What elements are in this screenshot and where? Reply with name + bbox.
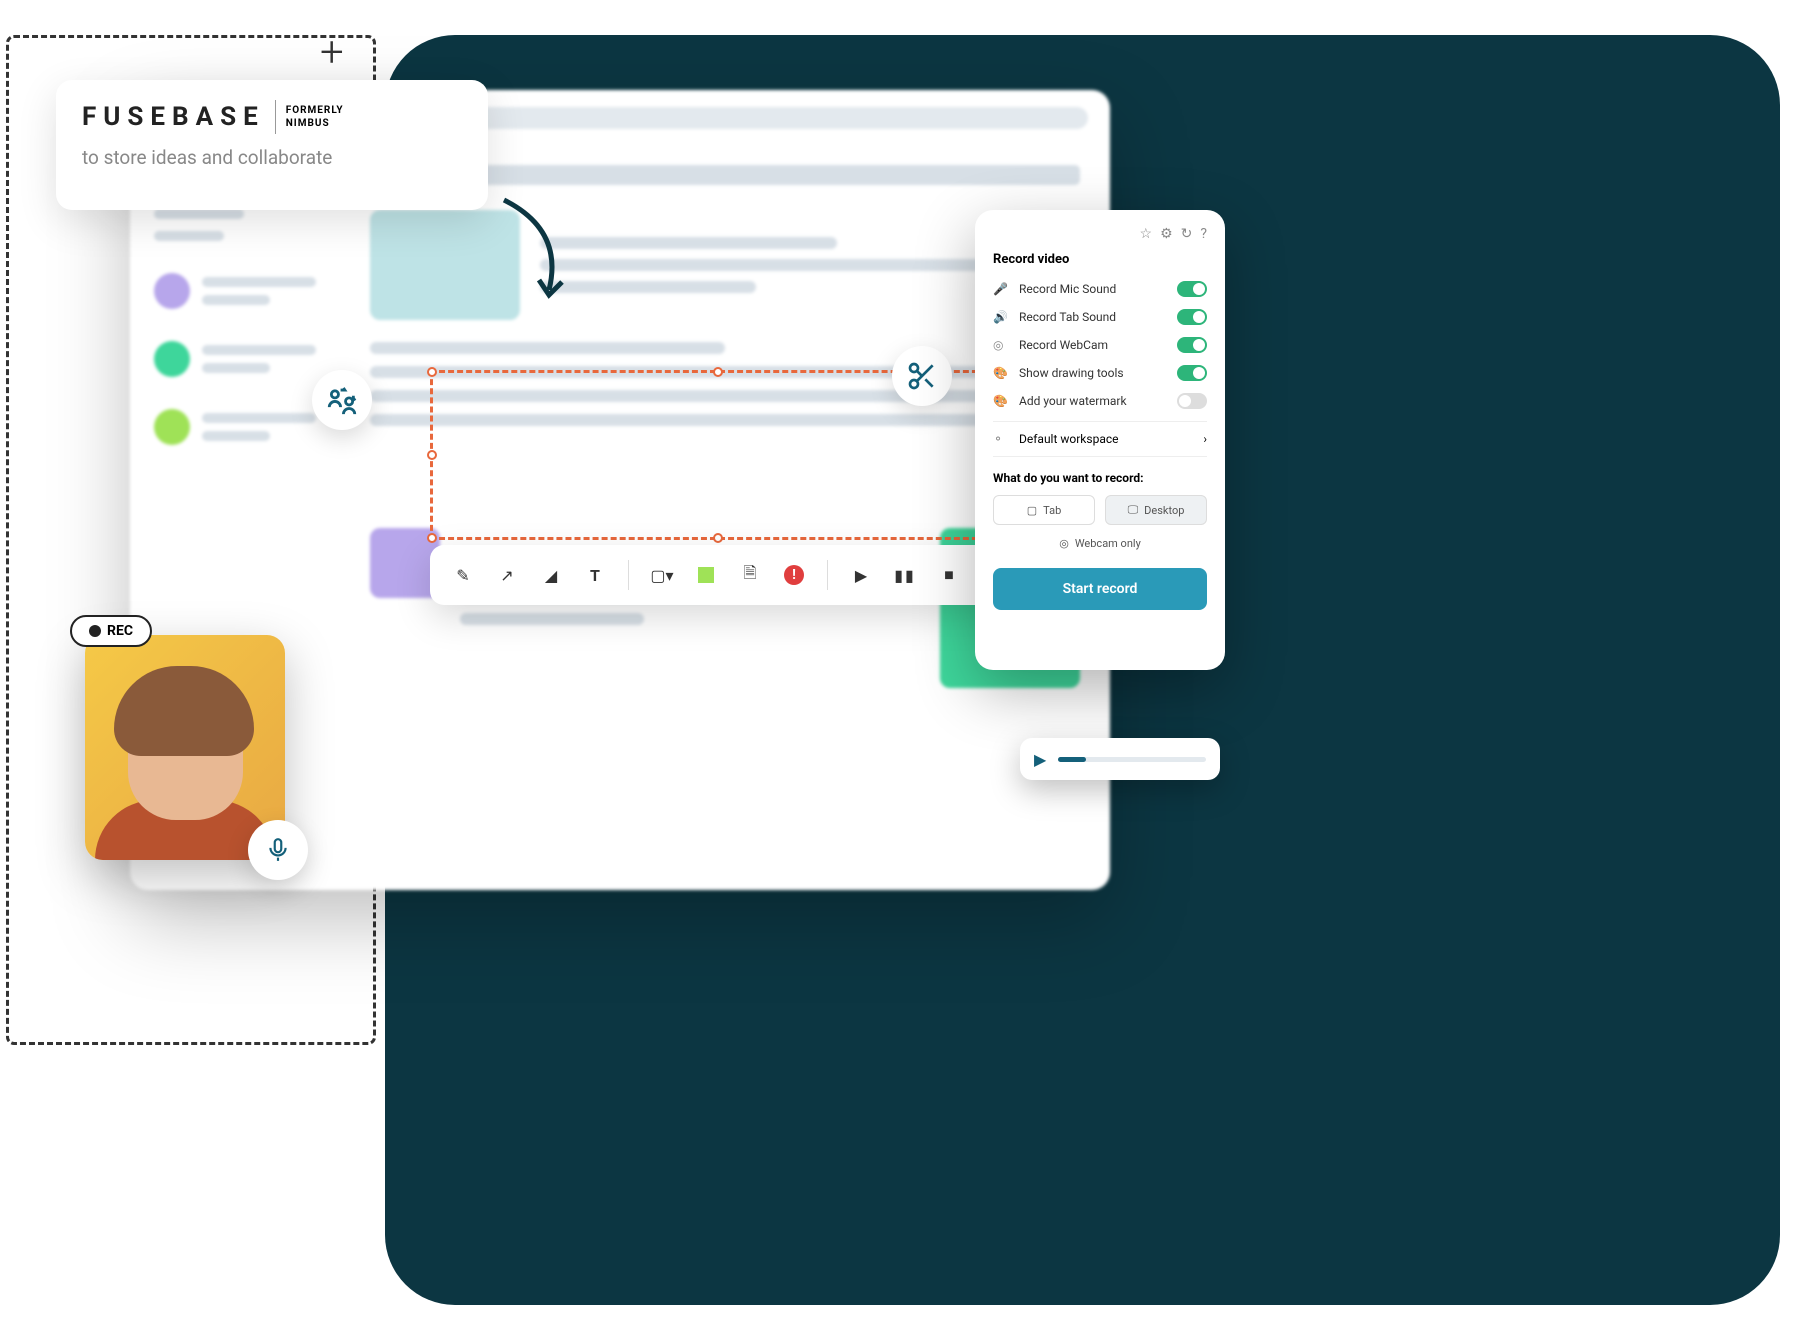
play-icon[interactable]: ▶ [1034, 750, 1046, 769]
option-label: Record WebCam [1019, 338, 1167, 352]
note-icon[interactable]: 🗎 [739, 564, 761, 586]
webcam-icon: ◎ [1059, 537, 1069, 550]
record-question: What do you want to record: [993, 471, 1207, 485]
webcam-only-option[interactable]: ◎Webcam only [993, 537, 1207, 550]
option-icon: ◎ [993, 338, 1009, 352]
chevron-right-icon: › [1203, 432, 1207, 446]
record-panel: ☆ ⚙ ↻ ? Record video 🎤 Record Mic Sound 🔊 R… [975, 210, 1225, 670]
alert-icon[interactable]: ! [783, 564, 805, 586]
progress-bar[interactable] [1058, 757, 1206, 762]
panel-title: Record video [993, 252, 1207, 267]
start-record-button[interactable]: Start record [993, 568, 1207, 610]
audio-player: ▶ [1020, 738, 1220, 780]
stop-icon[interactable]: ■ [938, 564, 960, 586]
option-icon: 🔊 [993, 310, 1009, 324]
toggle-switch[interactable] [1177, 393, 1207, 409]
curved-arrow-icon [494, 190, 584, 310]
toggle-switch[interactable] [1177, 337, 1207, 353]
microphone-icon[interactable] [248, 820, 308, 880]
color-icon[interactable] [695, 564, 717, 586]
option-label: Add your watermark [1019, 394, 1167, 408]
pause-icon[interactable]: ▮▮ [894, 564, 916, 586]
annotation-toolbar: ✎ ↗ ◢ T ▢▾ 🗎 ! ▶ ▮▮ ■ [430, 545, 1005, 605]
webcam-preview [85, 635, 285, 860]
tagline: to store ideas and collaborate [82, 146, 462, 169]
option-label: Show drawing tools [1019, 366, 1167, 380]
gear-icon[interactable]: ⚙ [1160, 226, 1173, 242]
shape-icon[interactable]: ▢▾ [651, 564, 673, 586]
option-label: Record Mic Sound [1019, 282, 1167, 296]
option-icon: 🎤 [993, 282, 1009, 296]
rec-indicator: REC [70, 615, 152, 647]
scissors-icon[interactable] [892, 346, 952, 406]
text-icon[interactable]: T [584, 564, 606, 586]
plus-icon: + [320, 28, 344, 77]
workspace-icon: ⚬ [993, 432, 1009, 446]
tab-option-tab[interactable]: ▢Tab [993, 495, 1095, 525]
brand-name: FUSEBASE [82, 102, 265, 132]
option-icon: 🎨 [993, 366, 1009, 380]
option-icon: 🎨 [993, 394, 1009, 408]
tab-option-desktop[interactable]: 🖵Desktop [1105, 495, 1207, 525]
star-icon[interactable]: ☆ [1140, 226, 1153, 242]
toggle-switch[interactable] [1177, 281, 1207, 297]
arrow-icon[interactable]: ↗ [496, 564, 518, 586]
logo-card: FUSEBASE FORMERLYNIMBUS to store ideas a… [56, 80, 488, 210]
refresh-icon[interactable]: ↻ [1181, 226, 1193, 242]
toggle-switch[interactable] [1177, 365, 1207, 381]
collaborate-icon[interactable] [312, 370, 372, 430]
eraser-icon[interactable]: ◢ [540, 564, 562, 586]
play-icon[interactable]: ▶ [850, 564, 872, 586]
toggle-switch[interactable] [1177, 309, 1207, 325]
help-icon[interactable]: ? [1200, 226, 1207, 242]
pencil-icon[interactable]: ✎ [452, 564, 474, 586]
workspace-selector[interactable]: Default workspace [1019, 432, 1193, 446]
option-label: Record Tab Sound [1019, 310, 1167, 324]
